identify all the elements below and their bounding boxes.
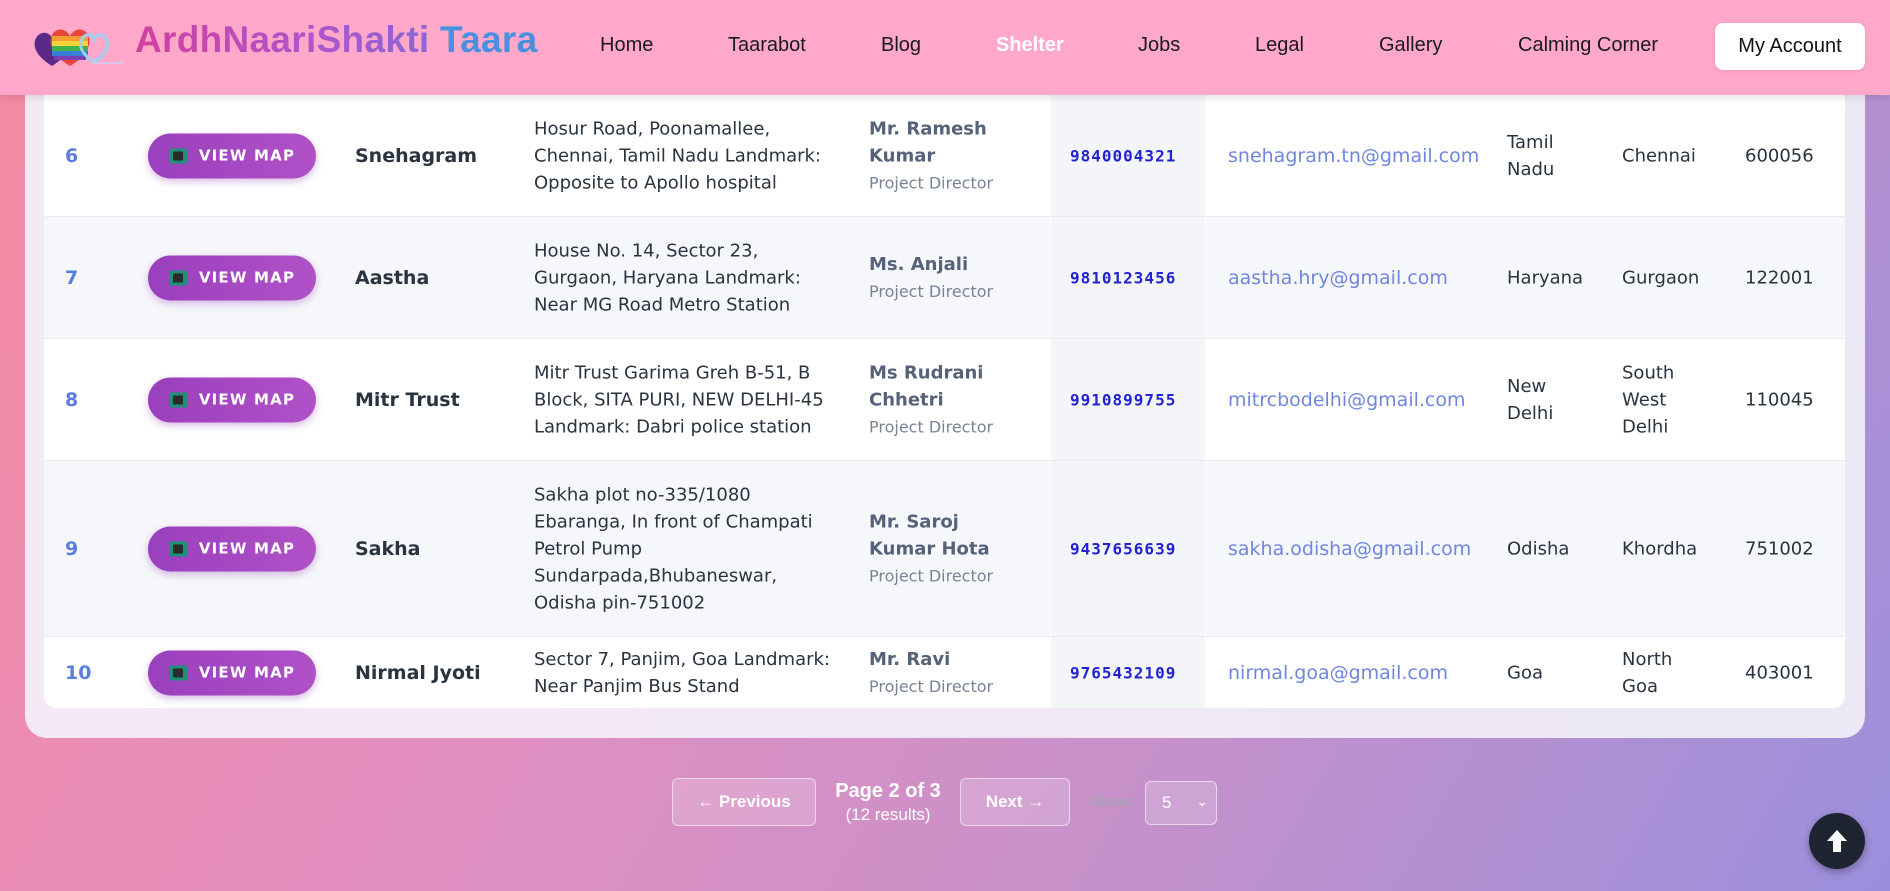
my-account-button[interactable]: My Account	[1715, 23, 1865, 70]
next-page-button[interactable]: Next →	[960, 778, 1070, 826]
nav-blog[interactable]: Blog	[881, 34, 921, 57]
state: Haryana	[1507, 267, 1584, 288]
map-book-icon	[168, 270, 187, 285]
contact-name: Ms Rudrani Chhetri	[869, 362, 984, 410]
row-number: 6	[65, 144, 79, 167]
page-size-select[interactable]: 5 ⌄	[1145, 781, 1217, 825]
map-book-icon	[168, 541, 187, 556]
phone-number[interactable]: 9910899755	[1070, 390, 1176, 409]
state: Tamil Nadu	[1507, 131, 1555, 180]
pincode: 110045	[1745, 389, 1814, 410]
page-info-text: Page 2 of 3	[835, 780, 941, 802]
contact-role: Project Director	[869, 281, 994, 301]
contact-person: Mr. Saroj Kumar Hota Project Director	[869, 508, 1029, 589]
nav-shelter[interactable]: Shelter	[996, 34, 1064, 57]
contact-person: Ms. Anjali Project Director	[869, 251, 1029, 305]
map-book-icon	[168, 148, 187, 163]
contact-person: Mr. Ravi Project Director	[869, 646, 1029, 700]
view-map-label: VIEW MAP	[198, 390, 296, 409]
city: South West Delhi	[1622, 362, 1675, 437]
map-book-icon	[168, 665, 187, 680]
previous-page-button[interactable]: ← Previous	[672, 778, 816, 826]
view-map-label: VIEW MAP	[198, 268, 296, 287]
shelter-address: Mitr Trust Garima Greh B-51, B Block, SI…	[534, 362, 824, 437]
row-number: 9	[65, 537, 79, 560]
city: Khordha	[1622, 538, 1698, 559]
page-indicator: Page 2 of 3 (12 results)	[820, 780, 956, 825]
nav-calming-corner[interactable]: Calming Corner	[1518, 34, 1658, 57]
chevron-down-icon: ⌄	[1196, 793, 1208, 809]
email-link[interactable]: aastha.hry@gmail.com	[1228, 267, 1448, 289]
city: Gurgaon	[1622, 267, 1700, 288]
email-link[interactable]: sakha.odisha@gmail.com	[1228, 538, 1471, 560]
contact-name: Mr. Ramesh Kumar	[869, 118, 987, 166]
nav-jobs[interactable]: Jobs	[1138, 34, 1180, 57]
view-map-button[interactable]: VIEW MAP	[148, 255, 316, 300]
scroll-to-top-button[interactable]	[1809, 813, 1865, 869]
view-map-button[interactable]: VIEW MAP	[148, 526, 316, 571]
table-row: 9 VIEW MAP Sakha Sakha plot no-335/1080 …	[44, 461, 1845, 637]
phone-number[interactable]: 9765432109	[1070, 663, 1176, 682]
main-nav: Home Taarabot Blog Shelter Jobs Legal Ga…	[0, 0, 1890, 95]
shelter-address: House No. 14, Sector 23, Gurgaon, Haryan…	[534, 240, 801, 315]
shelter-name: Aastha	[355, 266, 430, 289]
state: New Delhi	[1507, 375, 1554, 424]
shelter-name: Mitr Trust	[355, 388, 460, 411]
email-link[interactable]: mitrcbodelhi@gmail.com	[1228, 389, 1466, 411]
state: Goa	[1507, 662, 1543, 683]
shelter-table: 6 VIEW MAP Snehagram Hosur Road, Poonama…	[44, 60, 1845, 708]
pincode: 403001	[1745, 662, 1814, 683]
show-label: Show:	[1090, 793, 1135, 810]
contact-name: Mr. Saroj Kumar Hota	[869, 511, 990, 559]
view-map-button[interactable]: VIEW MAP	[148, 133, 316, 178]
pincode: 751002	[1745, 538, 1814, 559]
city: Chennai	[1622, 145, 1696, 166]
email-link[interactable]: nirmal.goa@gmail.com	[1228, 662, 1448, 684]
table-row: 8 VIEW MAP Mitr Trust Mitr Trust Garima …	[44, 339, 1845, 461]
phone-number[interactable]: 9437656639	[1070, 539, 1176, 558]
nav-taarabot[interactable]: Taarabot	[728, 34, 806, 57]
contact-name: Ms. Anjali	[869, 253, 969, 275]
phone-number[interactable]: 9810123456	[1070, 268, 1176, 287]
results-count: (12 results)	[845, 805, 931, 824]
view-map-button[interactable]: VIEW MAP	[148, 650, 316, 695]
phone-number[interactable]: 9840004321	[1070, 146, 1176, 165]
state: Odisha	[1507, 538, 1570, 559]
shelter-address: Sakha plot no-335/1080 Ebaranga, In fron…	[534, 484, 813, 613]
pincode: 600056	[1745, 145, 1814, 166]
contact-role: Project Director	[869, 676, 994, 696]
table-row: 7 VIEW MAP Aastha House No. 14, Sector 2…	[44, 217, 1845, 339]
contact-role: Project Director	[869, 173, 994, 192]
email-link[interactable]: snehagram.tn@gmail.com	[1228, 145, 1479, 167]
nav-gallery[interactable]: Gallery	[1379, 34, 1442, 57]
pincode: 122001	[1745, 267, 1814, 288]
shelter-address: Sector 7, Panjim, Goa Landmark: Near Pan…	[534, 648, 831, 697]
row-number: 10	[65, 661, 92, 684]
row-number: 8	[65, 388, 79, 411]
contact-role: Project Director	[869, 566, 994, 585]
map-book-icon	[168, 392, 187, 407]
contact-name: Mr. Ravi	[869, 648, 951, 670]
page-size-value: 5	[1162, 793, 1172, 812]
top-navbar: ArdhNaariShakti Taara Home Taarabot Blog…	[0, 0, 1890, 95]
nav-legal[interactable]: Legal	[1255, 34, 1304, 57]
city: North Goa	[1622, 648, 1673, 697]
table-row: 6 VIEW MAP Snehagram Hosur Road, Poonama…	[44, 95, 1845, 217]
table-row: 10 VIEW MAP Nirmal Jyoti Sector 7, Panji…	[44, 637, 1845, 708]
shelter-name: Snehagram	[355, 144, 478, 167]
row-number: 7	[65, 266, 79, 289]
view-map-label: VIEW MAP	[198, 539, 296, 558]
contact-role: Project Director	[869, 417, 994, 436]
shelter-name: Nirmal Jyoti	[355, 661, 481, 684]
shelter-address: Hosur Road, Poonamallee, Chennai, Tamil …	[534, 118, 822, 193]
view-map-label: VIEW MAP	[198, 663, 296, 682]
shelter-name: Sakha	[355, 537, 421, 560]
contact-person: Ms Rudrani Chhetri Project Director	[869, 359, 1029, 440]
contact-person: Mr. Ramesh Kumar Project Director	[869, 115, 1029, 196]
nav-home[interactable]: Home	[600, 34, 653, 57]
view-map-button[interactable]: VIEW MAP	[148, 377, 316, 422]
view-map-label: VIEW MAP	[198, 146, 296, 165]
arrow-up-icon	[1827, 830, 1847, 852]
